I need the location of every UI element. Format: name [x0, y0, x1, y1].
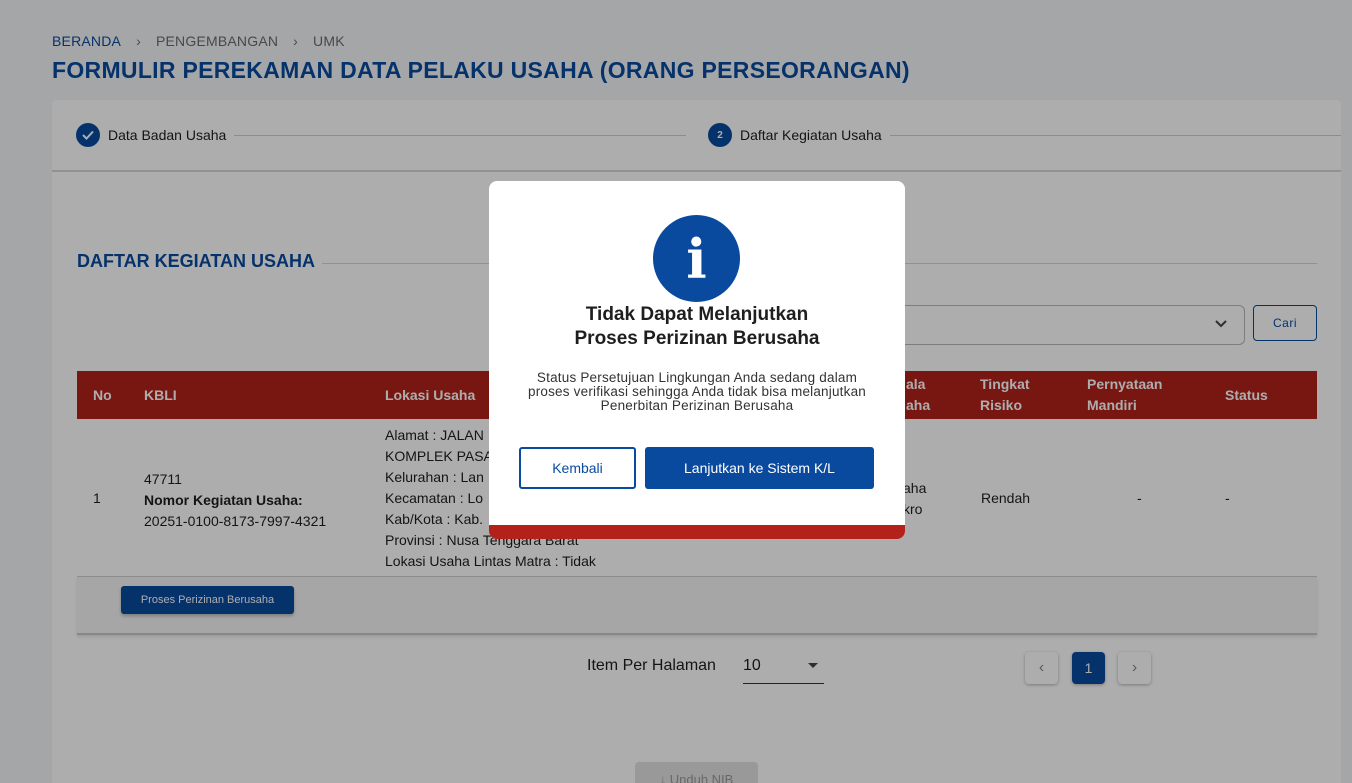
lanjutkan-button[interactable]: Lanjutkan ke Sistem K/L: [645, 447, 874, 489]
info-icon: i: [653, 215, 740, 302]
kembali-button[interactable]: Kembali: [519, 447, 636, 489]
modal-message: Status Persetujuan Lingkungan Anda sedan…: [528, 370, 866, 413]
modal-title-line: Proses Perizinan Berusaha: [574, 328, 820, 349]
modal-bottom-bar: [489, 525, 905, 539]
info-modal: i Tidak Dapat Melanjutkan Proses Perizin…: [489, 181, 905, 539]
modal-title-line: Tidak Dapat Melanjutkan: [585, 304, 809, 325]
modal-title: Tidak Dapat Melanjutkan Proses Perizinan…: [489, 303, 905, 351]
